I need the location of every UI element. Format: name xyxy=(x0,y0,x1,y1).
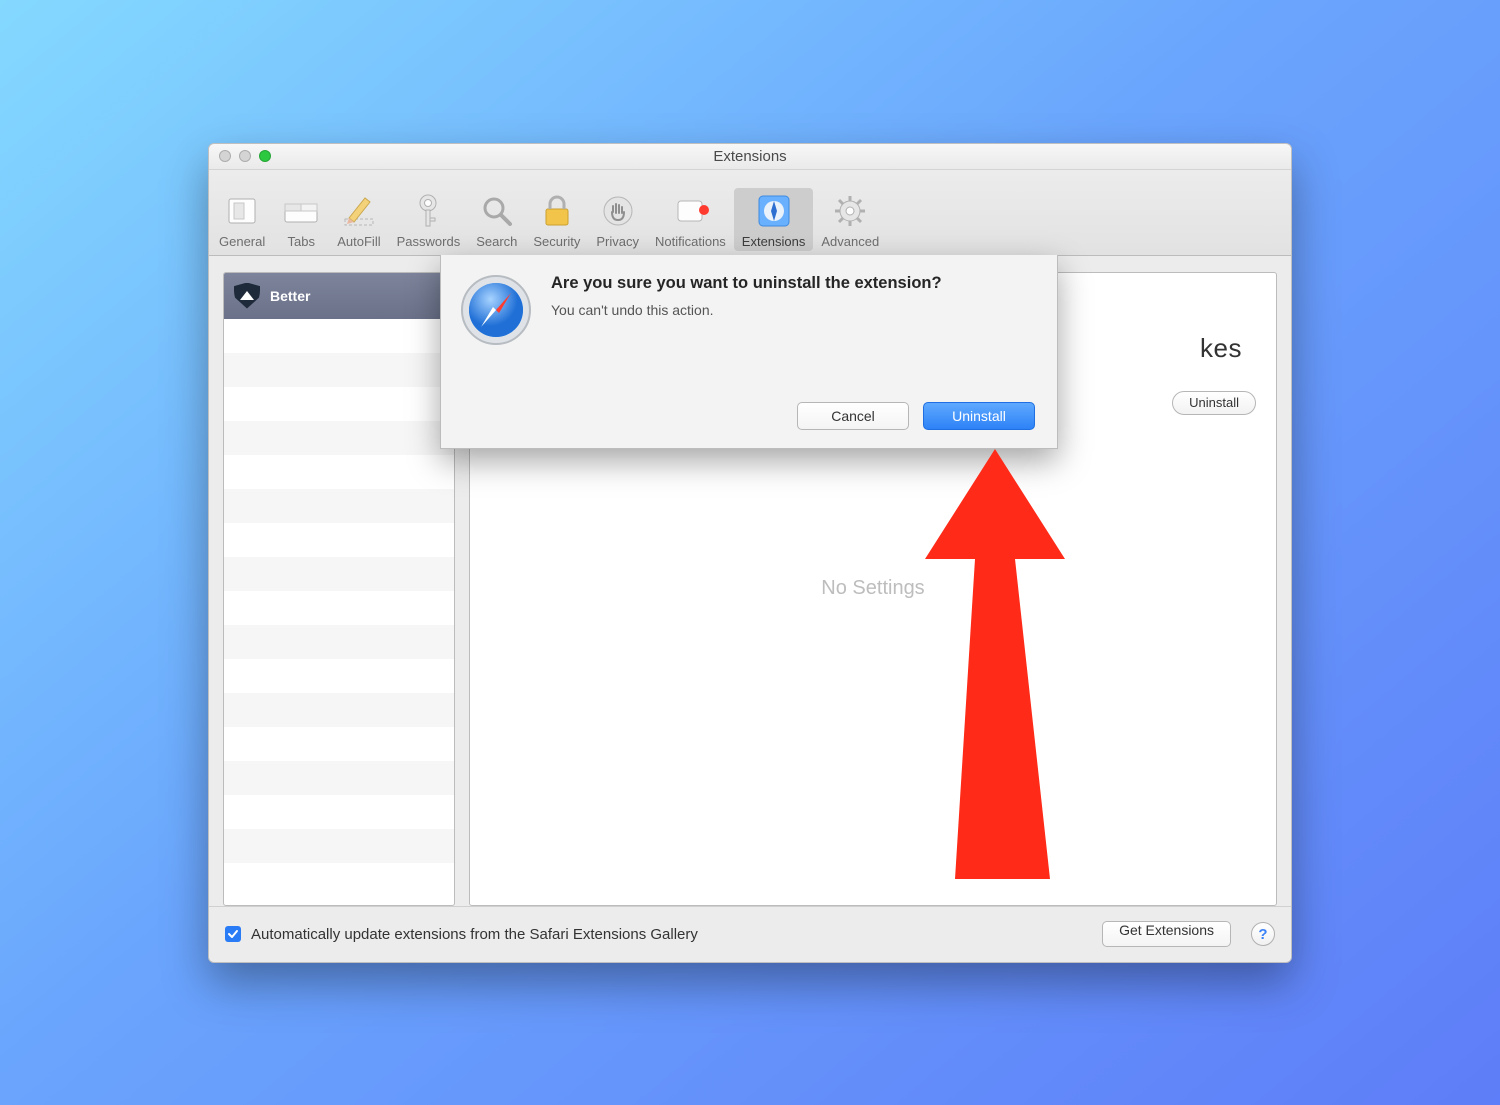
tab-label: Notifications xyxy=(655,234,726,249)
hand-icon xyxy=(599,192,637,230)
window-title: Extensions xyxy=(209,148,1291,165)
cancel-label: Cancel xyxy=(831,408,875,424)
tab-privacy[interactable]: Privacy xyxy=(588,188,647,251)
auto-update-checkbox[interactable] xyxy=(225,926,241,942)
tab-label: Privacy xyxy=(596,234,639,249)
tab-label: Passwords xyxy=(397,234,461,249)
confirm-label: Uninstall xyxy=(952,408,1006,424)
search-icon xyxy=(478,192,516,230)
tab-extensions[interactable]: Extensions xyxy=(734,188,814,251)
footer-bar: Automatically update extensions from the… xyxy=(209,906,1291,962)
auto-update-label: Automatically update extensions from the… xyxy=(251,926,1092,943)
uninstall-label: Uninstall xyxy=(1189,395,1239,410)
notification-badge xyxy=(699,205,709,215)
tab-passwords[interactable]: Passwords xyxy=(389,188,469,251)
tab-label: Advanced xyxy=(821,234,879,249)
notification-icon xyxy=(671,192,709,230)
get-extensions-label: Get Extensions xyxy=(1119,922,1214,938)
confirm-uninstall-button[interactable]: Uninstall xyxy=(923,402,1035,430)
cancel-button[interactable]: Cancel xyxy=(797,402,909,430)
dialog-subtitle: You can't undo this action. xyxy=(551,302,1035,318)
extensions-sidebar: Better xyxy=(223,272,455,906)
preferences-window: Extensions General Tabs AutoFill xyxy=(208,143,1292,963)
extension-title: kes xyxy=(1200,333,1242,364)
preferences-toolbar: General Tabs AutoFill Passwords xyxy=(209,170,1291,256)
help-icon: ? xyxy=(1258,926,1267,943)
tab-notifications[interactable]: Notifications xyxy=(647,188,734,251)
gear-icon xyxy=(831,192,869,230)
tab-label: General xyxy=(219,234,265,249)
extensions-icon xyxy=(755,192,793,230)
tab-tabs[interactable]: Tabs xyxy=(273,188,329,251)
tab-search[interactable]: Search xyxy=(468,188,525,251)
shield-icon xyxy=(234,283,260,309)
tab-label: AutoFill xyxy=(337,234,380,249)
tab-label: Security xyxy=(533,234,580,249)
confirm-uninstall-dialog: Are you sure you want to uninstall the e… xyxy=(440,255,1058,449)
tab-label: Search xyxy=(476,234,517,249)
extension-name: Better xyxy=(270,288,310,304)
get-extensions-button[interactable]: Get Extensions xyxy=(1102,921,1231,947)
tab-security[interactable]: Security xyxy=(525,188,588,251)
key-icon xyxy=(409,192,447,230)
switch-icon xyxy=(223,192,261,230)
help-button[interactable]: ? xyxy=(1251,922,1275,946)
tab-general[interactable]: General xyxy=(211,188,273,251)
pencil-icon xyxy=(340,192,378,230)
uninstall-button[interactable]: Uninstall xyxy=(1172,391,1256,415)
titlebar: Extensions xyxy=(209,144,1291,170)
tab-advanced[interactable]: Advanced xyxy=(813,188,887,251)
extension-list-item[interactable]: Better xyxy=(224,273,454,319)
dialog-title: Are you sure you want to uninstall the e… xyxy=(551,273,1035,294)
tab-autofill[interactable]: AutoFill xyxy=(329,188,388,251)
lock-icon xyxy=(538,192,576,230)
tab-label: Tabs xyxy=(288,234,315,249)
tab-label: Extensions xyxy=(742,234,806,249)
safari-icon xyxy=(459,273,533,347)
tabs-icon xyxy=(282,192,320,230)
